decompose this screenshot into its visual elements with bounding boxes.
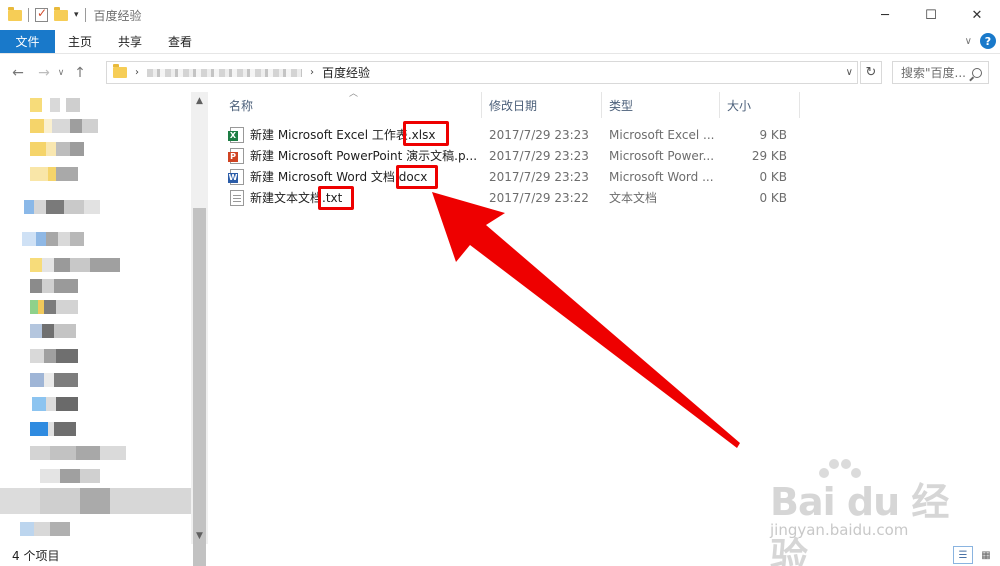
- item-count: 4 个项目: [12, 548, 60, 563]
- watermark: Bai du 经验 jingyan.baidu.com: [730, 455, 970, 566]
- arrow-shape: [432, 192, 740, 448]
- view-buttons: ☰ ▦: [953, 546, 996, 564]
- status-bar: 4 个项目 ☰ ▦: [0, 544, 1000, 566]
- details-view-icon[interactable]: ☰: [953, 546, 973, 564]
- large-icons-view-icon[interactable]: ▦: [976, 546, 996, 564]
- watermark-url: jingyan.baidu.com: [770, 521, 909, 539]
